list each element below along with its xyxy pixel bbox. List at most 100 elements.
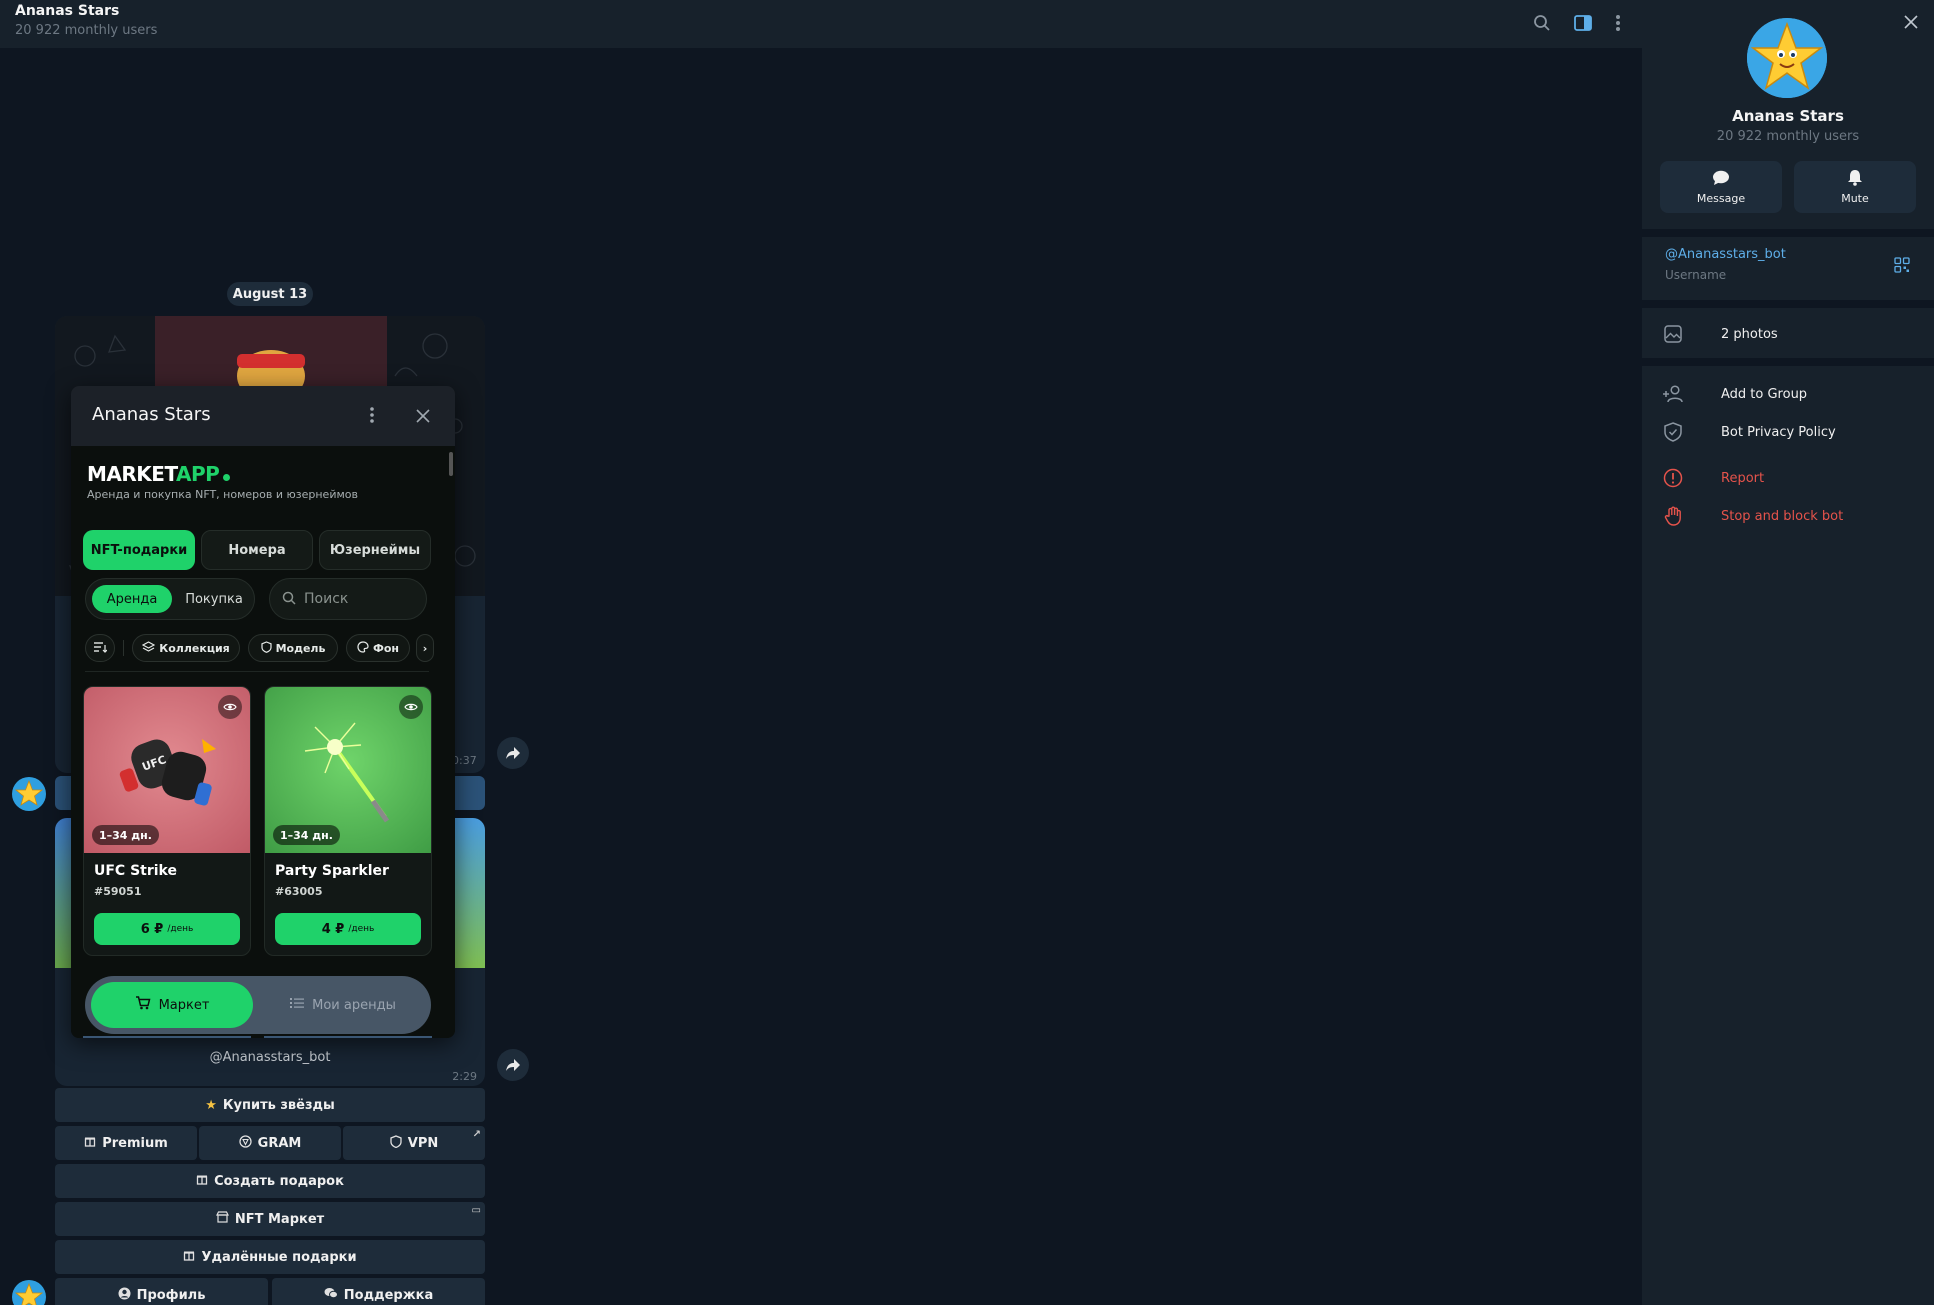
gift-icon <box>84 1135 96 1151</box>
nft-name: UFC Strike <box>94 863 177 879</box>
section-separator <box>1642 229 1934 237</box>
close-icon[interactable] <box>416 408 430 427</box>
search-icon <box>282 590 296 609</box>
more-vertical-icon[interactable] <box>369 406 375 428</box>
nav-my-rentals[interactable]: Мои аренды <box>265 982 421 1028</box>
filter-background[interactable]: Фон <box>346 634 410 662</box>
user-circle-icon <box>118 1287 131 1304</box>
nft-card[interactable]: UFC 1–34 дн. UFC Strike #59051 6 ₽ /день <box>83 686 251 956</box>
alert-icon <box>1662 467 1684 489</box>
keyboard-button-gram[interactable]: GRAM <box>199 1126 341 1160</box>
mini-app-header: Ananas Stars <box>71 386 455 446</box>
date-separator: August 13 <box>227 282 313 306</box>
search-icon[interactable] <box>1529 10 1555 36</box>
filter-collection[interactable]: Коллекция <box>132 634 240 662</box>
layers-icon <box>141 640 156 656</box>
stop-block-row[interactable]: Stop and block bot <box>1642 497 1934 535</box>
marketapp-logo: MARKETAPP <box>87 462 231 486</box>
profile-avatar[interactable] <box>1747 18 1827 98</box>
tab-usernames[interactable]: Юзернеймы <box>319 530 431 570</box>
tab-numbers[interactable]: Номера <box>201 530 313 570</box>
mini-app-window[interactable]: Ananas Stars MARKETAPP Аренда и покупка … <box>71 386 455 1038</box>
more-vertical-icon[interactable] <box>1605 10 1631 36</box>
keyboard-button-vpn[interactable]: VPN ↗ <box>343 1126 485 1160</box>
bell-icon <box>1847 169 1863 189</box>
filter-model[interactable]: Модель <box>248 634 338 662</box>
section-separator <box>1642 358 1934 366</box>
chat-header[interactable]: Ananas Stars 20 922 monthly users <box>0 0 1642 48</box>
eye-icon[interactable] <box>399 695 423 719</box>
divider <box>85 671 429 672</box>
sort-icon <box>93 641 108 656</box>
store-icon <box>215 1211 229 1227</box>
filter-scroll-right[interactable]: › <box>416 634 434 662</box>
sort-button[interactable] <box>85 634 115 662</box>
keyboard-button-support[interactable]: Поддержка <box>272 1278 485 1305</box>
sidebar-toggle-icon[interactable] <box>1570 10 1596 36</box>
forward-icon[interactable] <box>497 1049 529 1081</box>
mini-app-title: Ananas Stars <box>92 404 211 425</box>
forward-icon[interactable] <box>497 737 529 769</box>
nft-name: Party Sparkler <box>275 863 389 879</box>
profile-panel: Ananas Stars 20 922 monthly users Messag… <box>1642 0 1934 1305</box>
username-link[interactable]: @Ananasstars_bot <box>1665 247 1786 262</box>
message-image-edge-right <box>453 818 485 968</box>
privacy-policy-row[interactable]: Bot Privacy Policy <box>1642 413 1934 451</box>
cart-icon <box>135 996 151 1014</box>
rent-price-button[interactable]: 6 ₽ /день <box>94 913 240 945</box>
nft-number: #59051 <box>94 885 142 898</box>
shield-icon <box>260 640 272 656</box>
chat-title[interactable]: Ananas Stars <box>15 3 119 19</box>
nft-card[interactable]: 1–34 дн. Party Sparkler #63005 4 ₽ /день <box>264 686 432 956</box>
tagline: Аренда и покупка NFT, номеров и юзернейм… <box>87 488 358 501</box>
shield-icon <box>390 1134 402 1152</box>
rent-duration-badge: 1–34 дн. <box>92 825 159 845</box>
rent-buy-toggle: Аренда Покупка <box>85 578 255 620</box>
add-user-icon <box>1662 383 1684 405</box>
external-link-icon: ↗ <box>472 1129 481 1140</box>
keyboard-button-profile[interactable]: Профиль <box>55 1278 268 1305</box>
mini-app-bottom-nav: Маркет Мои аренды <box>85 976 431 1034</box>
chip-divider <box>123 640 124 656</box>
mini-app-content: MARKETAPP Аренда и покупка NFT, номеров … <box>71 446 455 1038</box>
rent-price-button[interactable]: 4 ₽ /день <box>275 913 421 945</box>
add-to-group-row[interactable]: Add to Group <box>1642 375 1934 413</box>
keyboard-button-premium[interactable]: Premium <box>55 1126 197 1160</box>
profile-subtitle: 20 922 monthly users <box>1716 129 1860 144</box>
message-time: 0:37 <box>452 754 477 767</box>
qr-code-icon[interactable] <box>1894 257 1910 277</box>
nft-number: #63005 <box>275 885 323 898</box>
bot-avatar[interactable] <box>12 777 46 811</box>
report-row[interactable]: Report <box>1642 459 1934 497</box>
search-input[interactable] <box>304 591 414 607</box>
hand-stop-icon <box>1662 505 1684 527</box>
keyboard-button-create-gift[interactable]: Создать подарок <box>55 1164 485 1198</box>
eye-icon[interactable] <box>218 695 242 719</box>
keyboard-button-deleted-gifts[interactable]: Удалённые подарки <box>55 1240 485 1274</box>
keyboard-button-buy-stars[interactable]: ★ Купить звёзды <box>55 1088 485 1122</box>
image-icon <box>1662 323 1684 345</box>
nav-market[interactable]: Маркет <box>91 982 253 1028</box>
close-icon[interactable] <box>1904 14 1918 33</box>
search-box[interactable] <box>269 578 427 620</box>
mute-button[interactable]: Mute <box>1794 161 1916 213</box>
section-separator <box>1642 300 1934 308</box>
list-icon <box>290 997 305 1013</box>
toggle-buy[interactable]: Покупка <box>178 585 250 613</box>
toggle-rent[interactable]: Аренда <box>92 585 172 613</box>
web-app-icon: ▭ <box>471 1205 481 1216</box>
message-time: 2:29 <box>452 1070 477 1083</box>
gift-icon <box>183 1249 195 1265</box>
keyboard-button-nft-market[interactable]: NFT Маркет ▭ <box>55 1202 485 1236</box>
tab-nft-gifts[interactable]: NFT-подарки <box>83 530 195 570</box>
chat-bubble-icon <box>1712 170 1730 189</box>
scrollbar-thumb[interactable] <box>449 452 453 476</box>
gift-icon <box>196 1173 208 1189</box>
logo-dot <box>223 474 231 481</box>
rent-duration-badge: 1–34 дн. <box>273 825 340 845</box>
message-button[interactable]: Message <box>1660 161 1782 213</box>
photos-row[interactable]: 2 photos <box>1642 315 1934 353</box>
bot-handle-text: @Ananasstars_bot <box>209 1050 331 1065</box>
chat-subtitle: 20 922 monthly users <box>15 23 158 38</box>
palette-icon <box>357 640 369 656</box>
